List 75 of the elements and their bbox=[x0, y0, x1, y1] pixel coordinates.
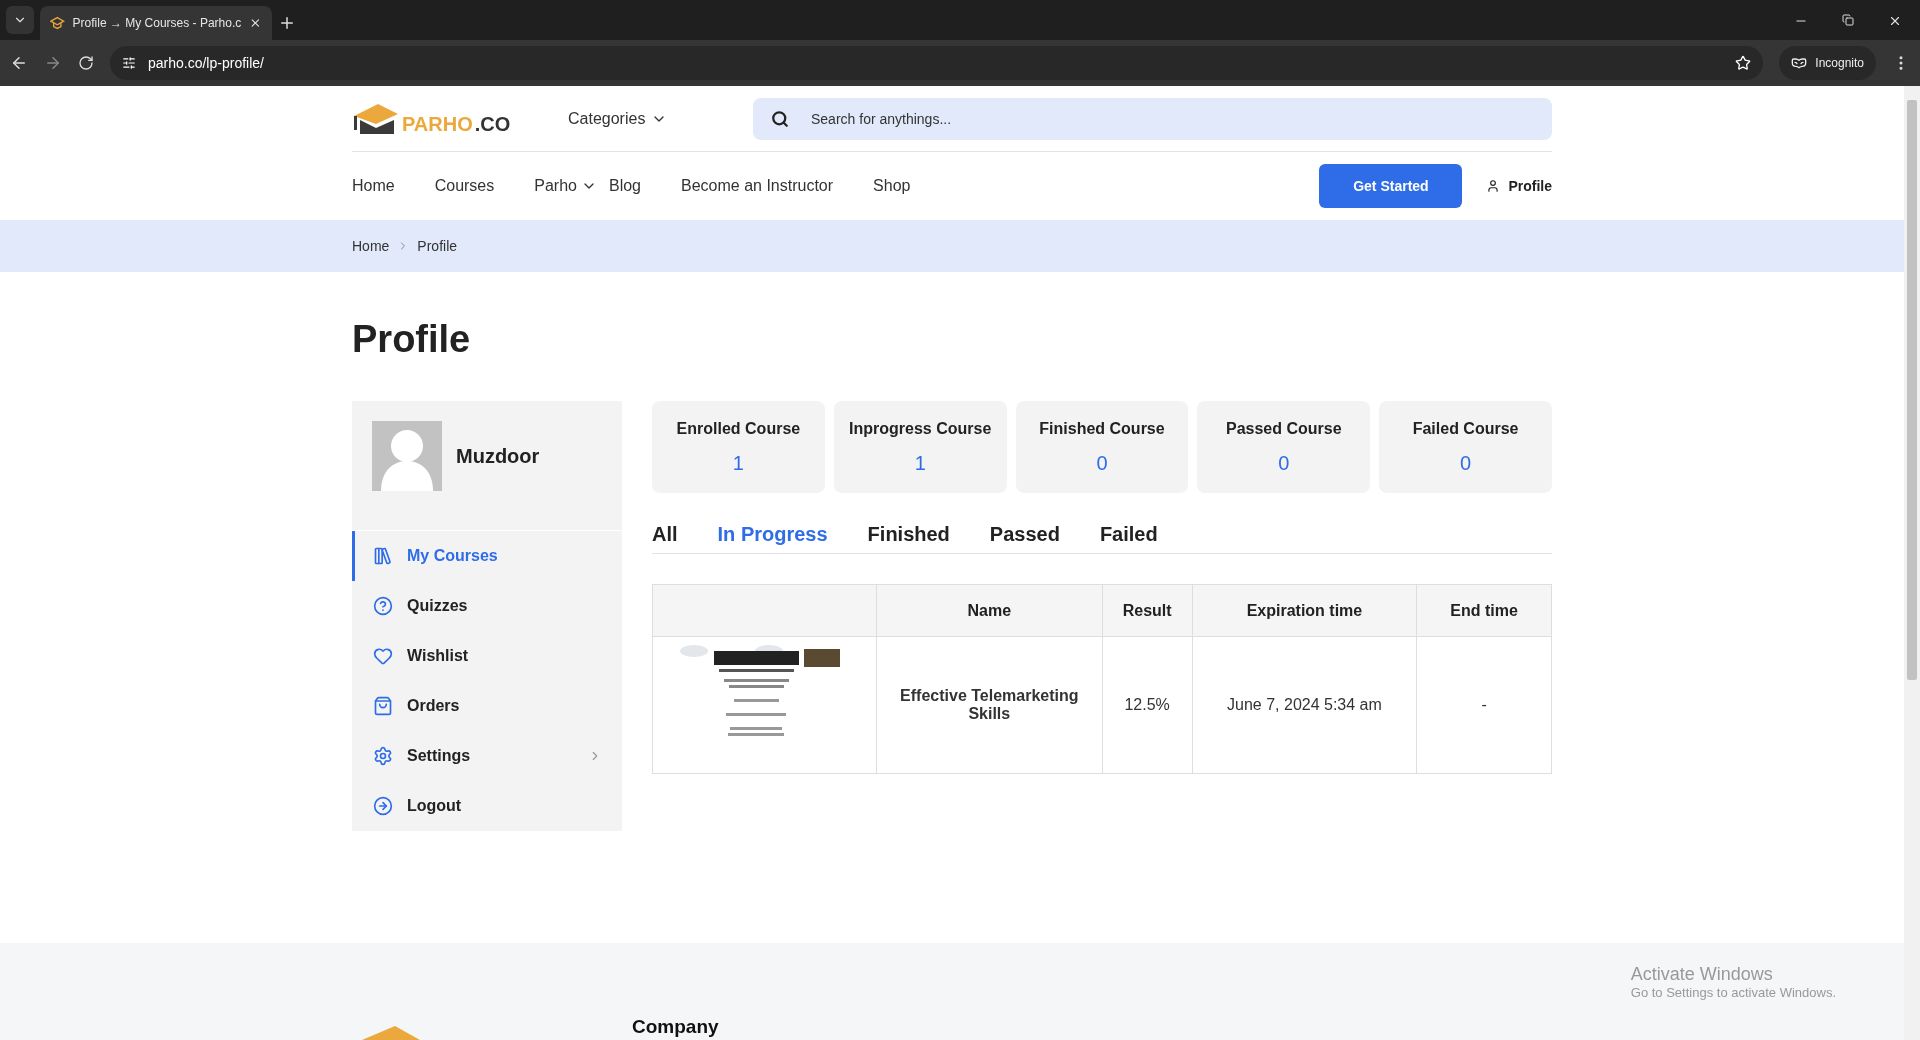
close-icon[interactable] bbox=[249, 16, 262, 30]
get-started-button[interactable]: Get Started bbox=[1319, 164, 1463, 208]
tab-title: Profile → My Courses - Parho.c bbox=[72, 16, 242, 30]
nav-link[interactable]: Parho bbox=[534, 177, 597, 195]
reload-icon[interactable] bbox=[78, 55, 94, 71]
user-icon bbox=[1486, 179, 1501, 193]
table-cell: - bbox=[1416, 636, 1552, 774]
question-icon bbox=[373, 596, 393, 616]
profile-link[interactable]: Profile bbox=[1486, 178, 1552, 194]
bookmark-icon[interactable] bbox=[1735, 55, 1752, 71]
filter-tab[interactable]: Passed bbox=[989, 523, 1060, 553]
column-header: End time bbox=[1416, 584, 1552, 637]
close-icon[interactable] bbox=[1888, 14, 1902, 28]
sidebar-item[interactable]: Settings bbox=[352, 731, 622, 781]
nav-link[interactable]: Courses bbox=[434, 177, 495, 195]
sidebar-item[interactable]: Logout bbox=[352, 781, 622, 831]
heart-icon bbox=[373, 646, 393, 666]
site-settings-icon[interactable] bbox=[122, 56, 136, 70]
stat-label: Failed Course bbox=[1412, 419, 1519, 438]
settings-icon bbox=[373, 746, 393, 766]
stat-label: Finished Course bbox=[1039, 419, 1165, 438]
nav-link[interactable]: Shop bbox=[873, 177, 911, 195]
column-header: Expiration time bbox=[1192, 584, 1417, 637]
new-tab-icon[interactable] bbox=[278, 14, 296, 32]
back-icon[interactable] bbox=[10, 54, 28, 72]
footer-heading: Company bbox=[632, 1016, 719, 1038]
nav-link[interactable]: Become an Instructor bbox=[681, 177, 834, 195]
sidebar-item[interactable]: Quizzes bbox=[352, 581, 622, 631]
filter-tab[interactable]: Finished bbox=[867, 523, 950, 553]
tab-list-button[interactable] bbox=[6, 6, 34, 34]
browser-tab[interactable]: Profile → My Courses - Parho.c bbox=[40, 6, 272, 40]
table-cell: 12.5% bbox=[1102, 636, 1193, 774]
nav-link[interactable]: Blog bbox=[608, 177, 641, 195]
user-name: Muzdoor bbox=[456, 445, 540, 468]
book-stack-icon bbox=[373, 546, 393, 566]
stat-value: 1 bbox=[732, 451, 744, 475]
breadcrumb-link[interactable]: Profile bbox=[417, 238, 458, 254]
avatar bbox=[372, 421, 442, 491]
categories-menu[interactable]: Categories bbox=[568, 109, 753, 128]
logo-icon bbox=[362, 1026, 420, 1040]
address-bar[interactable]: parho.co/lp-profile/ bbox=[110, 46, 1764, 80]
activation-title: Activate Windows bbox=[1630, 964, 1774, 985]
stat-value: 0 bbox=[1096, 451, 1108, 475]
logout-icon bbox=[373, 796, 393, 816]
filter-tab[interactable]: All bbox=[652, 523, 678, 553]
stat-label: Passed Course bbox=[1226, 419, 1342, 438]
site-logo[interactable]: PARHO.CO bbox=[352, 101, 568, 136]
url-text: parho.co/lp-profile/ bbox=[148, 55, 265, 71]
sidebar-item[interactable]: Wishlist bbox=[352, 631, 622, 681]
sidebar-item[interactable]: Orders bbox=[352, 681, 622, 731]
table-cell: June 7, 2024 5:34 am bbox=[1192, 636, 1417, 774]
scrollbar[interactable] bbox=[1904, 86, 1920, 1040]
column-header: Result bbox=[1102, 584, 1193, 637]
search-icon bbox=[771, 109, 789, 128]
stat-label: Enrolled Course bbox=[676, 419, 801, 438]
filter-tab[interactable]: Failed bbox=[1099, 523, 1158, 553]
search-field[interactable]: Search for anythings... bbox=[809, 109, 1534, 128]
stat-value: 0 bbox=[1460, 451, 1472, 475]
column-header: Name bbox=[876, 584, 1103, 637]
sidebar-item[interactable]: My Courses bbox=[352, 531, 622, 581]
nav-link[interactable]: Home bbox=[352, 177, 395, 195]
stat-label: Inprogress Course bbox=[849, 419, 992, 438]
graduation-cap-icon bbox=[50, 15, 65, 31]
search-bar[interactable]: Search for anythings... bbox=[753, 97, 1552, 140]
restore-icon[interactable] bbox=[1842, 14, 1854, 26]
bag-icon bbox=[373, 696, 393, 716]
stat-value: 0 bbox=[1278, 451, 1290, 475]
forward-icon[interactable] bbox=[44, 54, 62, 72]
filter-tab[interactable]: In Progress bbox=[717, 523, 828, 553]
incognito-indicator[interactable]: Incognito bbox=[1779, 46, 1876, 80]
table-cell: Effective Telemarketing Skills bbox=[876, 636, 1103, 774]
activation-subtitle: Go to Settings to activate Windows. bbox=[1630, 985, 1836, 1000]
breadcrumb-link[interactable]: Home bbox=[352, 238, 390, 254]
stat-value: 1 bbox=[914, 451, 926, 475]
page-title: Profile bbox=[352, 318, 472, 361]
